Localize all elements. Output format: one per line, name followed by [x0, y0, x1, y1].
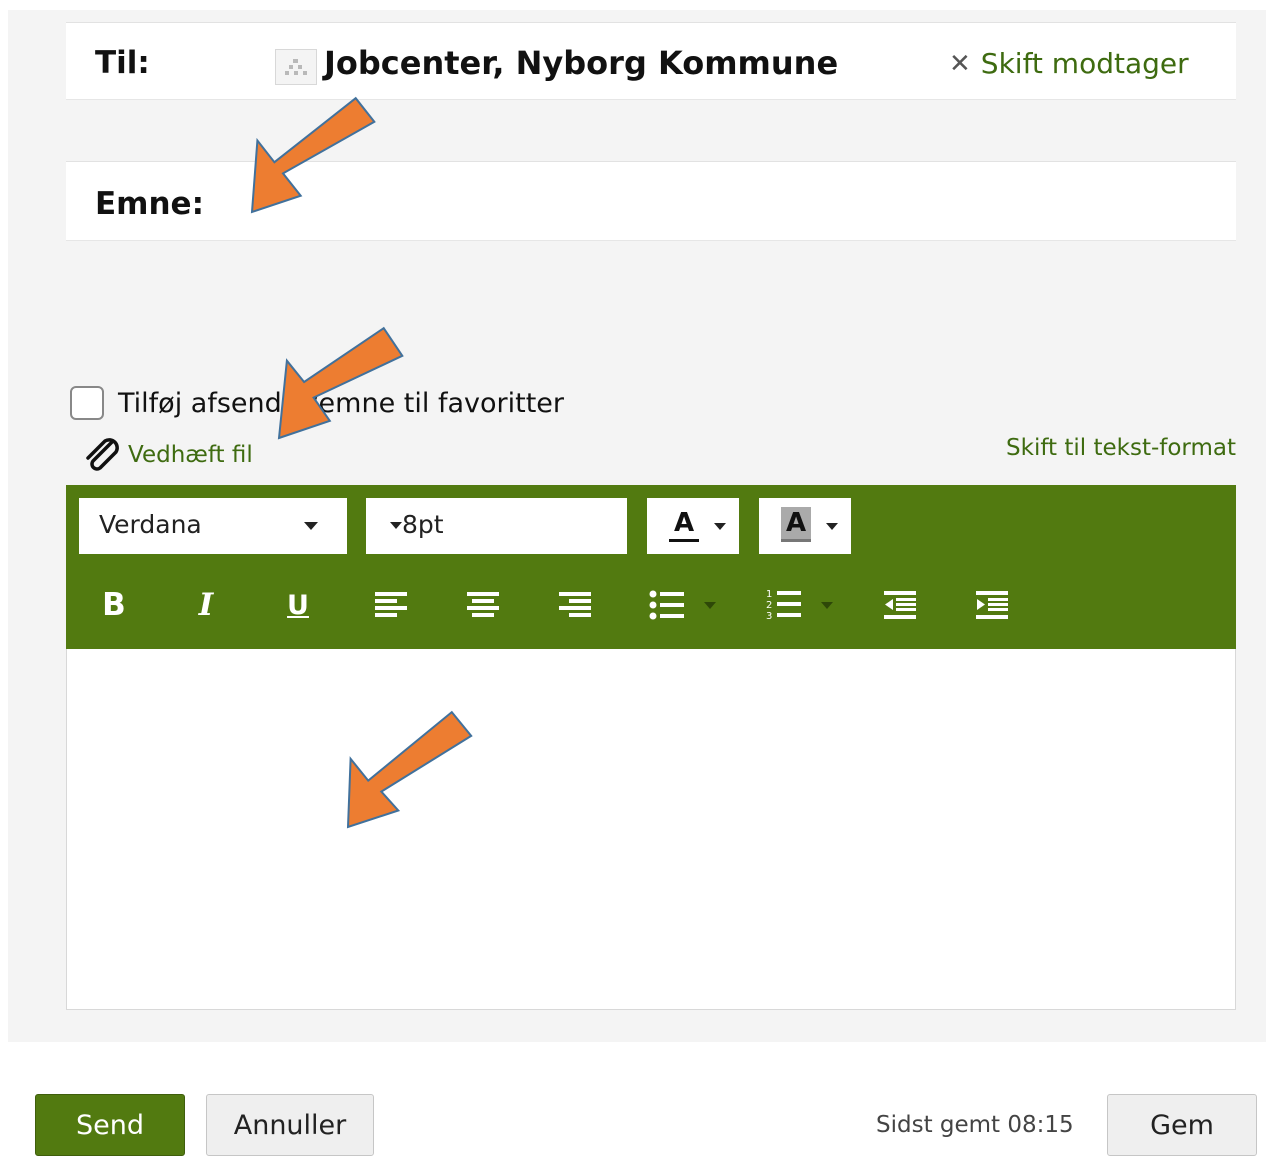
align-center-icon [467, 592, 499, 617]
highlight-color-letter: A [781, 507, 811, 542]
recipient-icon [275, 49, 317, 85]
save-button[interactable]: Gem [1107, 1094, 1257, 1156]
subject-row: Emne: [66, 161, 1236, 241]
outdent-button[interactable] [880, 583, 920, 627]
bulleted-list-button[interactable] [647, 583, 687, 627]
recipient-row: Til: Jobcenter, Nyborg Kommune ✕ Skift m… [66, 22, 1236, 100]
bold-letter: B [102, 587, 126, 623]
chevron-down-icon[interactable] [704, 602, 716, 609]
send-button[interactable]: Send [35, 1094, 185, 1156]
indent-button[interactable] [972, 583, 1012, 627]
chevron-down-icon [390, 522, 402, 529]
cancel-button[interactable]: Annuller [206, 1094, 374, 1156]
numbered-list-icon: 1 2 3 [766, 589, 801, 622]
align-left-icon [375, 592, 407, 617]
message-editor[interactable] [66, 649, 1236, 1010]
recipient-name: Jobcenter, Nyborg Kommune [324, 44, 839, 82]
subject-input[interactable] [236, 172, 1216, 230]
font-family-select[interactable]: Verdana [79, 498, 347, 554]
bulleted-list-icon [649, 590, 684, 620]
text-color-letter: A [669, 507, 699, 542]
svg-text:3: 3 [766, 611, 772, 622]
attach-file-label: Vedhæft fil [128, 442, 253, 468]
underline-letter: U [287, 589, 309, 621]
favorites-label: Tilføj afsender/emne til favoritter [118, 387, 564, 419]
font-size-select[interactable]: 8pt [366, 498, 627, 554]
bold-button[interactable]: B [94, 583, 134, 627]
font-family-value: Verdana [99, 510, 202, 539]
highlight-color-button[interactable]: A [759, 498, 851, 554]
favorites-checkbox[interactable] [70, 386, 104, 420]
font-size-value: 8pt [402, 510, 444, 539]
align-right-button[interactable] [555, 583, 595, 627]
last-saved-status: Sidst gemt 08:15 [876, 1112, 1074, 1138]
attach-file-link[interactable]: Vedhæft fil [80, 432, 253, 478]
svg-text:2: 2 [766, 600, 772, 611]
align-right-icon [559, 592, 591, 617]
subject-label: Emne: [95, 186, 204, 222]
italic-letter: I [198, 587, 214, 623]
chevron-down-icon[interactable] [821, 602, 833, 609]
indent-icon [976, 591, 1008, 619]
editor-toolbar: Verdana 8pt A A B I U 1 2 3 [66, 485, 1236, 649]
align-left-button[interactable] [371, 583, 411, 627]
change-recipient-label: Skift modtager [980, 47, 1189, 80]
change-recipient-button[interactable]: ✕ Skift modtager [949, 47, 1189, 80]
chevron-down-icon [714, 523, 726, 530]
favorites-row[interactable]: Tilføj afsender/emne til favoritter [70, 386, 564, 420]
text-color-button[interactable]: A [647, 498, 739, 554]
to-label: Til: [95, 45, 150, 81]
close-icon: ✕ [949, 48, 971, 79]
numbered-list-button[interactable]: 1 2 3 [764, 583, 804, 627]
chevron-down-icon [304, 522, 318, 530]
paperclip-icon [80, 432, 122, 478]
chevron-down-icon [826, 523, 838, 530]
italic-button[interactable]: I [186, 583, 226, 627]
align-center-button[interactable] [463, 583, 503, 627]
svg-text:1: 1 [766, 589, 772, 600]
text-format-link[interactable]: Skift til tekst-format [1006, 435, 1236, 461]
underline-button[interactable]: U [278, 583, 318, 627]
outdent-icon [884, 591, 916, 619]
